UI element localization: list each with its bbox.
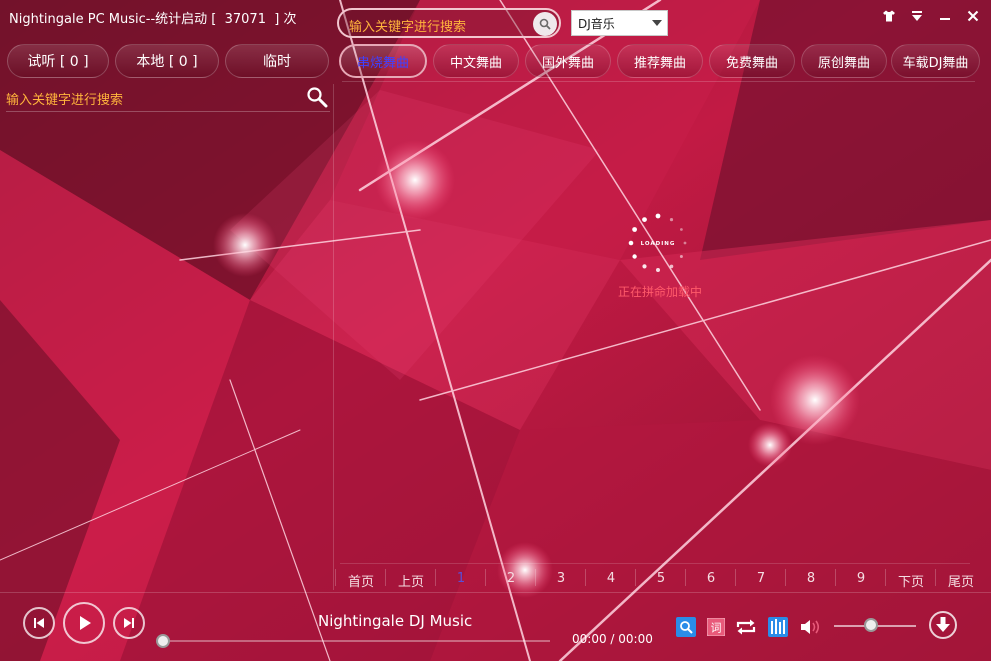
menu-icon — [912, 11, 922, 21]
next-button[interactable] — [113, 607, 145, 639]
pager-page[interactable]: 2 — [502, 571, 520, 586]
top-search-placeholder[interactable]: 输入关键字进行搜索 — [349, 16, 466, 35]
category-tab-medley[interactable]: 串烧舞曲 — [339, 44, 427, 78]
lyrics-glyph: 词 — [711, 622, 722, 635]
pager-separator — [835, 569, 836, 586]
pager-separator — [435, 569, 436, 586]
source-dropdown-value: DJ音乐 — [578, 17, 615, 31]
tab-temporary-label: 临时 — [263, 54, 291, 70]
progress-bar[interactable] — [160, 640, 550, 642]
close-icon — [967, 10, 979, 22]
pager-separator — [335, 569, 336, 586]
tab-local-label: 本地 [ 0 ] — [136, 54, 198, 70]
tabs-divider — [342, 81, 975, 82]
category-tab-label: 推荐舞曲 — [633, 55, 686, 71]
tab-preview[interactable]: 试听 [ 0 ] — [7, 44, 109, 78]
category-tab-label: 免费舞曲 — [725, 55, 778, 71]
play-icon — [80, 616, 91, 630]
pager-prev[interactable]: 上页 — [394, 571, 428, 590]
category-tab-recommended[interactable]: 推荐舞曲 — [617, 44, 703, 78]
loading-spinner: LOADING — [628, 213, 687, 272]
lyrics-icon: 词 — [707, 618, 725, 636]
equalizer-button[interactable] — [768, 617, 788, 637]
pager-separator — [785, 569, 786, 586]
pager-page[interactable]: 5 — [652, 571, 670, 586]
category-tab-label: 车载DJ舞曲 — [902, 55, 969, 71]
pager-page[interactable]: 9 — [852, 571, 870, 586]
pager-separator — [685, 569, 686, 586]
category-tab-foreign[interactable]: 国外舞曲 — [525, 44, 611, 78]
loading-spinner-text: LOADING — [641, 241, 676, 247]
track-title: Nightingale DJ Music — [318, 612, 473, 630]
left-search-box[interactable]: 输入关键字进行搜索 — [6, 86, 330, 112]
pager-page[interactable]: 3 — [552, 571, 570, 586]
left-search-button[interactable] — [306, 86, 328, 112]
pager-separator — [535, 569, 536, 586]
skin-icon — [883, 10, 895, 22]
pager-next[interactable]: 下页 — [894, 571, 928, 590]
time-current: 00:00 — [572, 632, 607, 646]
pager-page[interactable]: 6 — [702, 571, 720, 586]
repeat-button[interactable] — [734, 617, 758, 637]
volume-icon — [801, 620, 820, 634]
pager-separator — [885, 569, 886, 586]
pager-separator — [735, 569, 736, 586]
tab-preview-label: 试听 [ 0 ] — [27, 54, 89, 70]
search-icon — [307, 87, 328, 108]
lyrics-button[interactable]: 词 — [706, 617, 726, 637]
category-tab-label: 国外舞曲 — [541, 55, 594, 71]
tab-temporary[interactable]: 临时 — [225, 44, 329, 78]
equalizer-icon — [768, 617, 788, 637]
search-button[interactable] — [533, 12, 557, 36]
volume-knob[interactable] — [863, 618, 878, 632]
previous-button[interactable] — [23, 607, 55, 639]
tab-local[interactable]: 本地 [ 0 ] — [115, 44, 219, 78]
pager-divider — [340, 563, 970, 564]
pager-first[interactable]: 首页 — [344, 571, 378, 590]
pager-separator — [585, 569, 586, 586]
pager-page[interactable]: 7 — [752, 571, 770, 586]
time-total: 00:00 — [618, 632, 653, 646]
pager-page[interactable]: 4 — [602, 571, 620, 586]
menu-button[interactable] — [908, 7, 926, 25]
category-tab-original[interactable]: 原创舞曲 — [801, 44, 887, 78]
search-icon — [539, 18, 551, 30]
category-tab-free[interactable]: 免费舞曲 — [709, 44, 795, 78]
search-song-button[interactable] — [676, 617, 696, 637]
pager-separator — [635, 569, 636, 586]
pager-page-current[interactable]: 1 — [452, 571, 470, 586]
close-button[interactable] — [964, 7, 982, 25]
repeat-icon — [736, 619, 756, 635]
category-tab-car-dj[interactable]: 车载DJ舞曲 — [891, 44, 980, 78]
minimize-icon — [940, 18, 950, 20]
category-tab-label: 中文舞曲 — [449, 55, 502, 71]
pager-page[interactable]: 8 — [802, 571, 820, 586]
panel-divider — [333, 84, 334, 590]
source-dropdown[interactable]: DJ音乐 — [571, 10, 668, 36]
skin-button[interactable] — [880, 7, 898, 25]
chevron-down-icon — [652, 20, 662, 26]
search-icon — [676, 617, 696, 637]
pager-separator — [485, 569, 486, 586]
category-tab-chinese[interactable]: 中文舞曲 — [433, 44, 519, 78]
download-button[interactable] — [929, 611, 957, 639]
progress-knob[interactable] — [156, 634, 170, 648]
next-icon — [124, 618, 134, 628]
loading-message: 正在拼命加载中 — [618, 285, 703, 299]
category-tab-label: 原创舞曲 — [817, 55, 870, 71]
app-title: Nightingale PC Music--统计启动 [ 37071 ] 次 — [9, 12, 297, 27]
time-display: 00:00 / 00:00 — [572, 632, 653, 646]
player-divider — [0, 592, 991, 593]
minimize-button[interactable] — [936, 7, 954, 25]
pager-separator — [385, 569, 386, 586]
left-search-placeholder[interactable]: 输入关键字进行搜索 — [6, 89, 123, 108]
pager-separator — [935, 569, 936, 586]
volume-button[interactable] — [800, 617, 822, 637]
pager-last[interactable]: 尾页 — [944, 571, 978, 590]
previous-icon — [34, 618, 44, 628]
category-tab-label: 串烧舞曲 — [356, 55, 409, 71]
top-search-box[interactable]: 输入关键字进行搜索 — [337, 8, 561, 38]
download-icon — [936, 617, 950, 632]
play-button[interactable] — [63, 602, 105, 644]
